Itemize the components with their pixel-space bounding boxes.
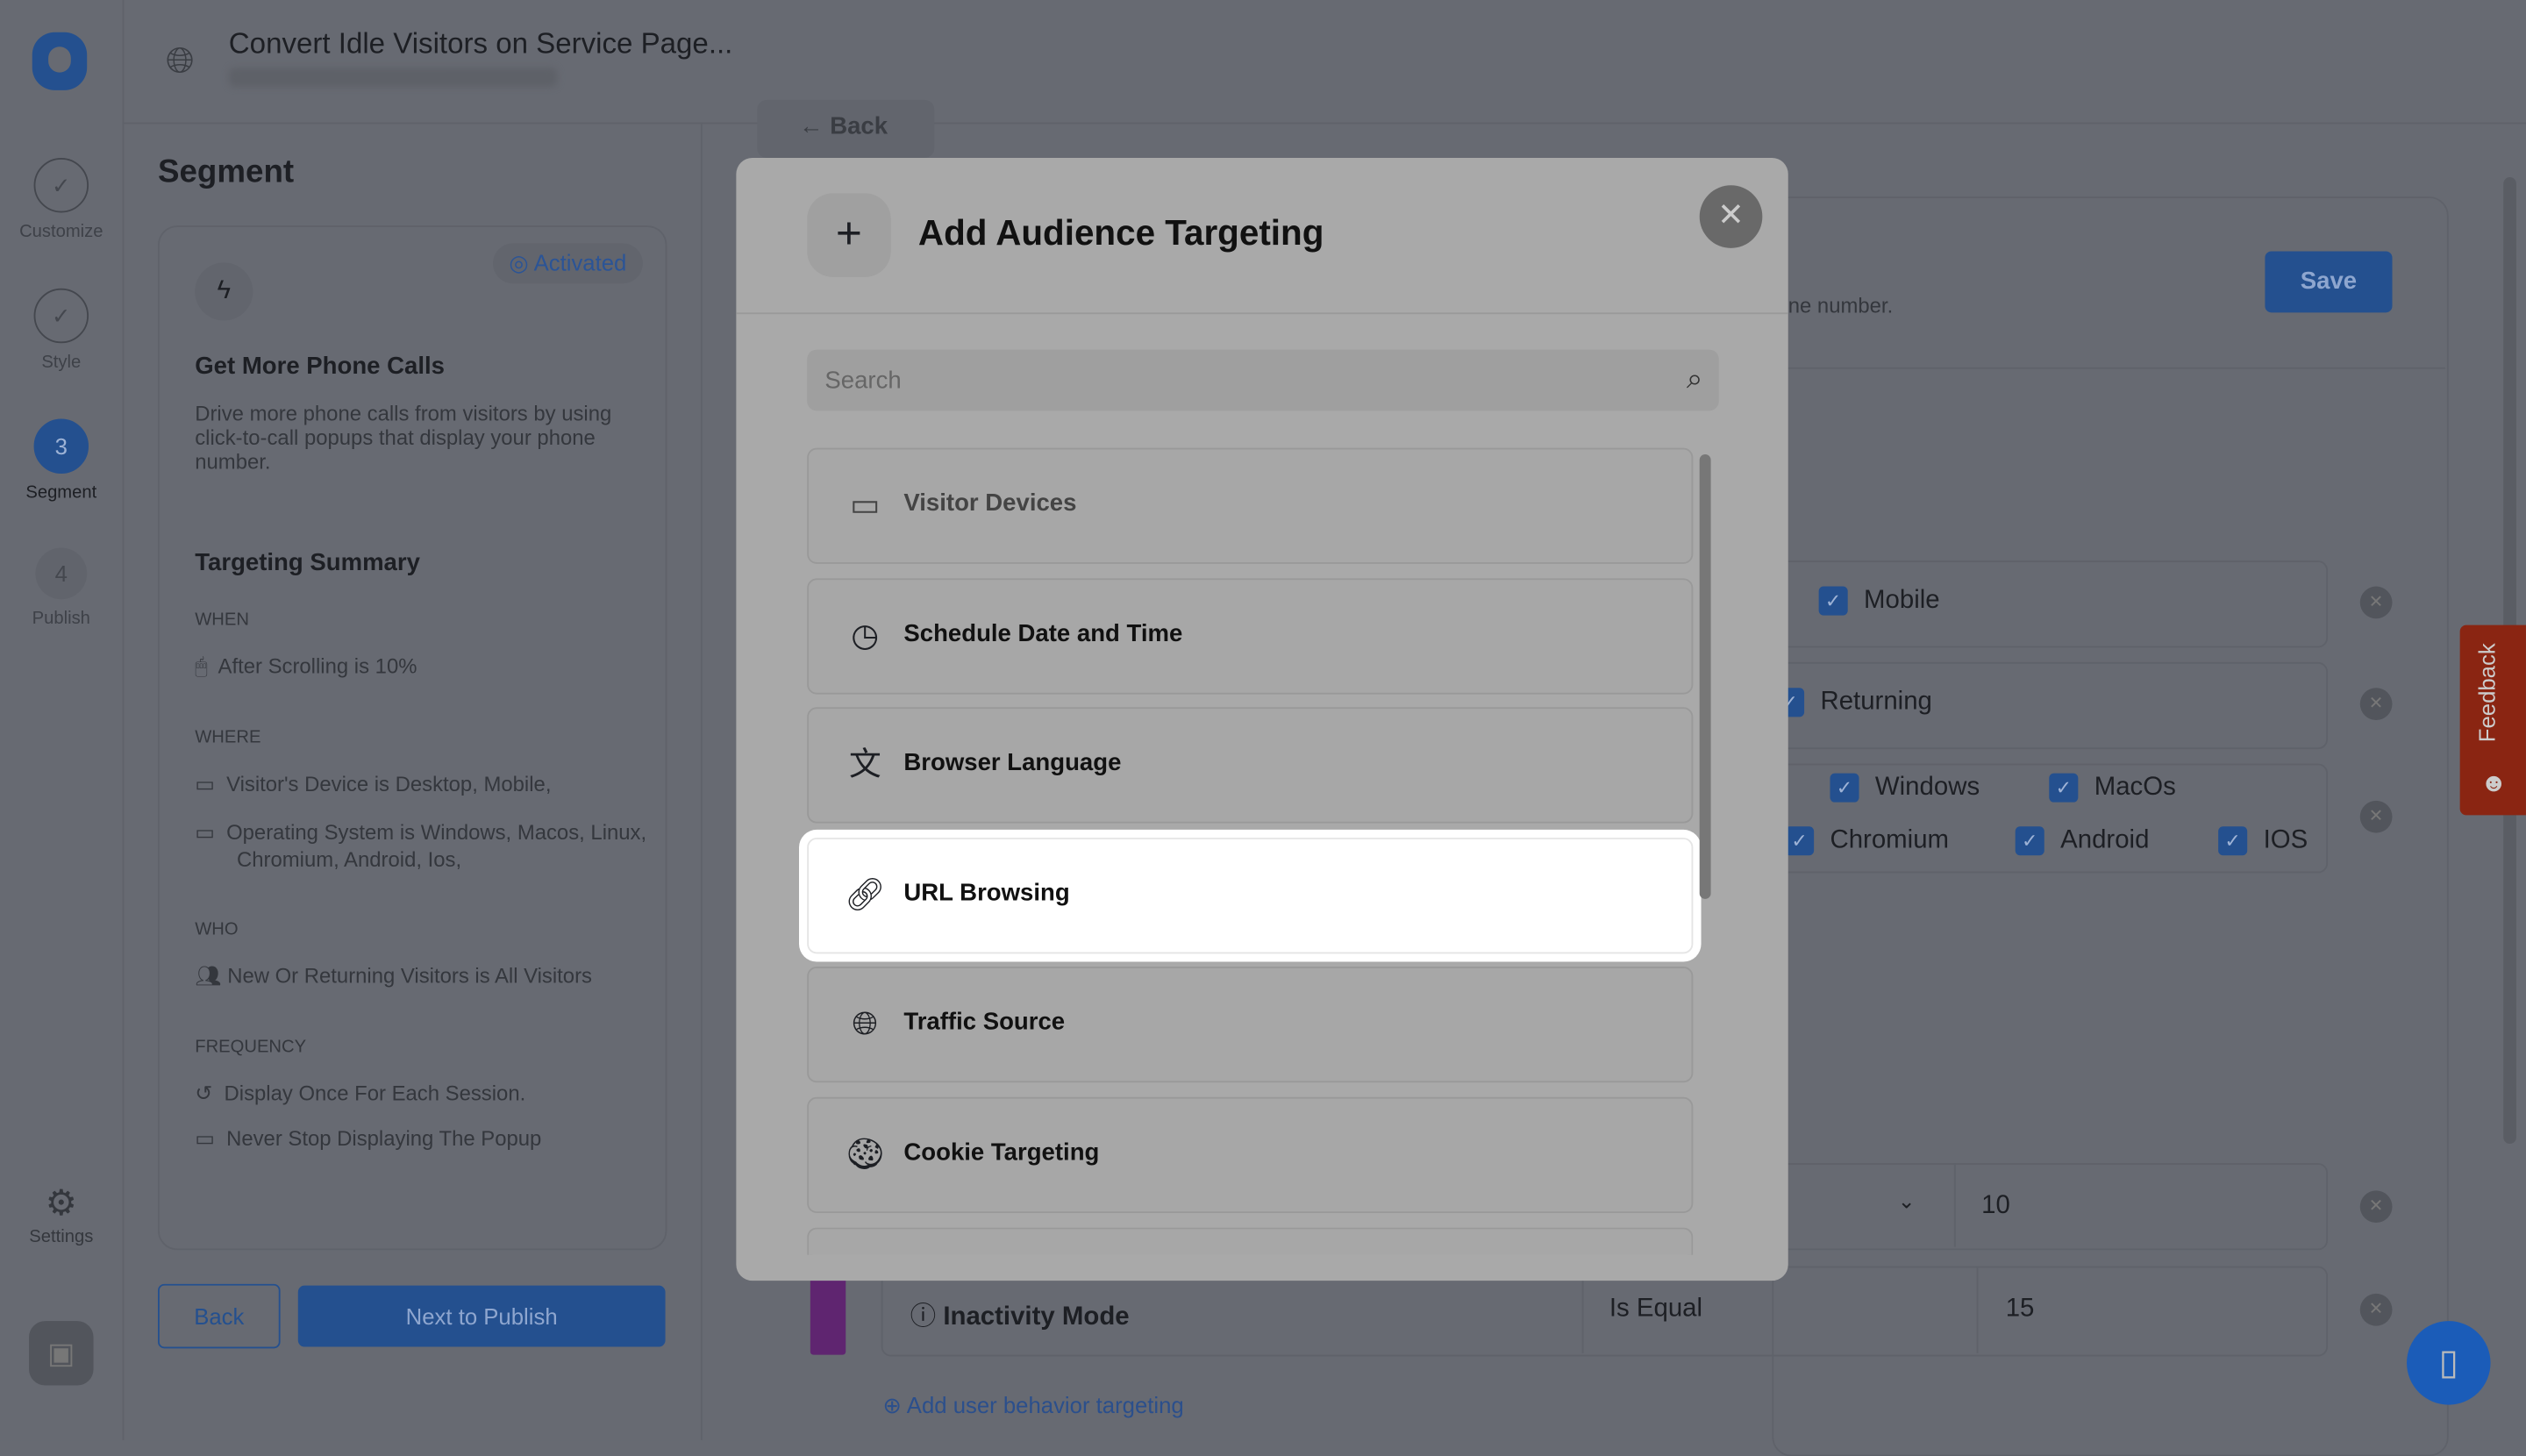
step-publish[interactable]: 4 Publish (0, 547, 123, 628)
where-label: WHERE (195, 728, 261, 748)
next-to-publish-button[interactable]: Next to Publish (297, 1285, 666, 1347)
step-style[interactable]: ✓ Style (0, 288, 123, 372)
frequency-label: FREQUENCY (195, 1037, 307, 1057)
checkbox-chromium[interactable]: ✓ Chromium (1785, 826, 1949, 856)
modal-title: Add Audience Targeting (917, 212, 1324, 253)
item-visitor-devices[interactable]: ▭ Visitor Devices (807, 447, 1694, 564)
summary-item: ▭ Never Stop Displaying The Popup (195, 1125, 542, 1151)
chevron-down-icon[interactable]: ⌄ (1898, 1188, 1916, 1214)
scroll-value[interactable]: 10 (1981, 1192, 2010, 1221)
plus-icon: + (807, 193, 891, 277)
globe-search-icon: 🌐︎ (852, 1006, 879, 1043)
description-fragment: ne number. (1787, 293, 1894, 318)
checkbox-macos[interactable]: ✓ MacOs (2049, 773, 2176, 803)
checkbox-ios[interactable]: ✓ IOS (2218, 826, 2308, 856)
smiley-icon: ☻ (2480, 769, 2508, 798)
app-logo (32, 32, 88, 90)
item-url-browsing[interactable]: 🔗︎ URL Browsing (807, 838, 1694, 954)
checkbox-windows[interactable]: ✓ Windows (1830, 773, 1980, 803)
save-button[interactable]: Save (2265, 251, 2393, 313)
operator-select[interactable]: Is Equal (1609, 1295, 1702, 1324)
status-badge: ◎ Activated (493, 243, 643, 284)
briefcase-icon[interactable]: ▣ (29, 1321, 94, 1386)
summary-item: 🖱︎ After Scrolling is 10% (195, 653, 417, 679)
redacted-url (228, 68, 558, 88)
search-input[interactable]: Search ⌕ (807, 349, 1719, 411)
divider (1953, 1163, 1956, 1247)
globe-icon: 🌐︎ (166, 39, 195, 81)
summary-title: Targeting Summary (195, 549, 420, 577)
info-icon: ⓘ (910, 1303, 937, 1331)
top-bar (122, 0, 2526, 125)
summary-item: ▭ Operating System is Windows, Macos, Li… (195, 819, 647, 872)
card-title: Get More Phone Calls (195, 353, 446, 381)
remove-icon[interactable]: ✕ (2359, 1293, 2393, 1326)
checkbox-mobile[interactable]: ✓ Mobile (1818, 586, 1940, 616)
when-label: WHEN (195, 610, 249, 631)
item-schedule[interactable]: ◷ Schedule Date and Time (807, 578, 1694, 695)
remove-icon[interactable]: ✕ (2359, 800, 2393, 833)
divider (1772, 367, 2446, 369)
search-icon: ⌕ (1686, 362, 1703, 395)
card-description: Drive more phone calls from visitors by … (195, 401, 612, 474)
lightning-icon: ϟ (195, 262, 253, 321)
feedback-tab[interactable]: ☻ Feedback (2459, 625, 2526, 816)
settings-button[interactable]: ⚙ Settings (0, 1182, 123, 1246)
add-audience-modal: + Add Audience Targeting ✕ Search ⌕ ▭ Vis… (736, 157, 1788, 1281)
remove-icon[interactable]: ✕ (2359, 1190, 2393, 1224)
close-button[interactable]: ✕ (1699, 185, 1763, 248)
translate-icon: 文 (848, 747, 881, 783)
item-traffic-source[interactable]: 🌐︎ Traffic Source (807, 967, 1694, 1083)
summary-item: 👥︎ New Or Returning Visitors is All Visi… (195, 963, 592, 988)
chat-icon[interactable]: ▯ (2407, 1321, 2491, 1405)
modal-scrollbar[interactable] (1699, 453, 1711, 899)
remove-icon[interactable]: ✕ (2359, 586, 2393, 619)
list-item[interactable] (807, 1227, 1694, 1255)
divider (1976, 1266, 1979, 1353)
step-segment[interactable]: 3 Segment (0, 418, 123, 503)
item-browser-language[interactable]: 文 Browser Language (807, 707, 1694, 824)
summary-item: ↺ Display Once For Each Session. (195, 1081, 526, 1105)
page-title: Convert Idle Visitors on Service Page... (228, 27, 733, 60)
step-customize[interactable]: ✓ Customize (0, 157, 123, 242)
devices-icon: ▭ (849, 488, 881, 524)
gear-icon: ⚙ (45, 1182, 77, 1224)
remove-icon[interactable]: ✕ (2359, 688, 2393, 721)
checkbox-returning[interactable]: ✓ Returning (1775, 688, 1932, 717)
feedback-label: Feedback (2473, 643, 2501, 743)
inactivity-label: ⓘ Inactivity Mode (910, 1303, 1130, 1331)
cookie-icon: 🍪︎ (844, 1137, 886, 1174)
item-cookie-targeting[interactable]: 🍪︎ Cookie Targeting (807, 1096, 1694, 1214)
divider (736, 312, 1788, 315)
clock-icon: ◷ (851, 618, 880, 654)
goal-card: ϟ ◎ Activated Get More Phone Calls Drive… (157, 225, 667, 1251)
checkbox-android[interactable]: ✓ Android (2015, 826, 2149, 856)
scroll-row (1772, 1163, 2329, 1251)
who-label: WHO (195, 919, 239, 939)
inactivity-value[interactable]: 15 (2006, 1295, 2035, 1324)
link-icon: 🔗︎ (844, 878, 886, 914)
segment-title: Segment (157, 154, 295, 190)
back-button[interactable]: Back (157, 1283, 281, 1349)
step-rail: ✓ Customize ✓ Style 3 Segment 4 Publish ⚙ Set… (0, 0, 125, 1441)
main-back-button[interactable]: ← Back (757, 99, 935, 158)
summary-item: ▭ Visitor's Device is Desktop, Mobile, (195, 771, 552, 796)
add-behavior-link[interactable]: ⊕ Add user behavior targeting (883, 1392, 1184, 1419)
